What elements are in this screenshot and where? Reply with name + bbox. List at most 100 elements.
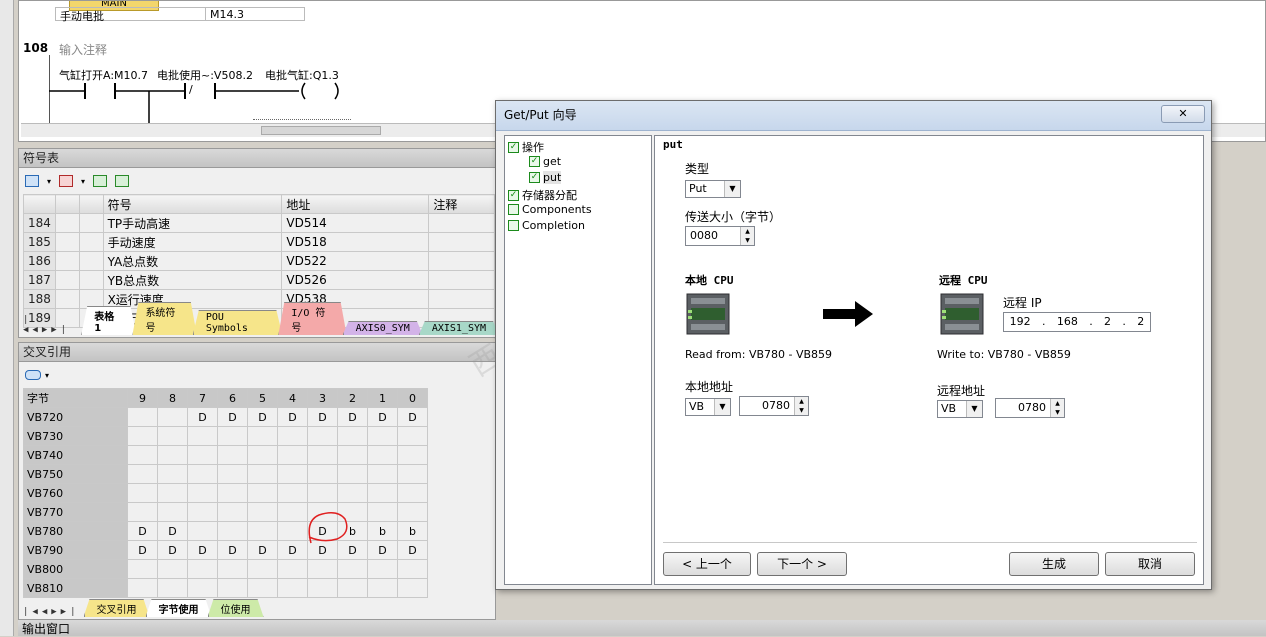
symbol-toolbar: ▾ ▾ (19, 168, 495, 194)
status-cell[interactable] (54, 251, 80, 271)
tree-label: Completion (522, 219, 586, 232)
spin-arrows-icon[interactable]: ▲ ▼ (1050, 399, 1064, 417)
link-cell[interactable] (78, 289, 104, 309)
table-row[interactable]: 186 YA总点数 VD522 (23, 251, 495, 271)
scrollbar-thumb[interactable] (261, 126, 381, 135)
spin-arrows-icon[interactable]: ▲ ▼ (794, 397, 808, 415)
address-cell[interactable]: VD514 (281, 213, 430, 233)
ip-octet-2[interactable]: 168 (1057, 313, 1078, 331)
status-cell[interactable] (54, 213, 80, 233)
byte-address-cell: VB780 (23, 521, 128, 541)
ip-octet-1[interactable]: 192 (1010, 313, 1031, 331)
ip-dot: . (1042, 315, 1046, 328)
refresh-symbols-icon[interactable] (93, 175, 108, 187)
comment-cell[interactable] (428, 270, 495, 290)
comment-cell[interactable] (428, 251, 495, 271)
link-cell[interactable] (78, 251, 104, 271)
tab-io-symbols[interactable]: I/O 符号 (278, 302, 346, 335)
address-cell[interactable]: VD518 (281, 232, 430, 252)
row-number[interactable]: 187 (23, 270, 56, 290)
table-row[interactable]: 187 YB总点数 VD526 (23, 270, 495, 290)
col-symbol[interactable]: 符号 (102, 194, 283, 214)
local-area-select[interactable]: VB ▼ (685, 398, 731, 416)
chevron-down-icon[interactable]: ▾ (45, 371, 49, 380)
comment-cell[interactable] (428, 289, 495, 309)
symbol-cell[interactable]: X运行速度 (102, 289, 283, 309)
generate-button[interactable]: 生成 (1009, 552, 1099, 576)
bit-col-header: 8 (157, 388, 188, 408)
table-row[interactable]: 188 X运行速度 VD538 (23, 289, 495, 309)
col-address[interactable]: 地址 (281, 194, 430, 214)
tab-pou-symbols[interactable]: POU Symbols (193, 310, 283, 335)
status-cell[interactable] (54, 232, 80, 252)
symbol-cell[interactable]: 手动速度 (102, 232, 283, 252)
apply-symbols-icon[interactable] (115, 175, 130, 187)
xref-options-icon[interactable] (25, 370, 41, 380)
add-table-icon[interactable] (25, 175, 39, 187)
remote-cpu-icon (940, 293, 984, 335)
link-cell[interactable] (78, 213, 104, 233)
type-select[interactable]: Put ▼ (685, 180, 741, 198)
comment-cell[interactable] (428, 232, 495, 252)
tab-byte-usage[interactable]: 字节使用 (146, 599, 212, 617)
tree-item-put[interactable]: ✓ put (529, 171, 562, 184)
chevron-down-icon[interactable]: ▾ (81, 177, 85, 186)
bit-cell (307, 483, 338, 503)
chevron-down-icon[interactable]: ▾ (47, 177, 51, 186)
close-button[interactable]: ✕ (1161, 105, 1205, 123)
tab-axis0-sym[interactable]: AXIS0_SYM (343, 321, 423, 335)
symbol-cell[interactable]: YB总点数 (102, 270, 283, 290)
tab-table-1[interactable]: 表格 1 (81, 306, 136, 335)
tab-system-symbols[interactable]: 系统符号 (132, 302, 196, 335)
tab-bit-usage[interactable]: 位使用 (208, 599, 264, 617)
col-comment[interactable]: 注释 (428, 194, 495, 214)
table-row[interactable]: 185 手动速度 VD518 (23, 232, 495, 252)
tab-axis1-sym[interactable]: AXIS1_SYM (419, 321, 499, 335)
prev-button[interactable]: < 上一个 (663, 552, 751, 576)
bit-cell: D (127, 540, 158, 560)
symbol-cell[interactable]: YA总点数 (102, 251, 283, 271)
tree-item-memory-allocation[interactable]: ✓ 存储器分配 (508, 187, 577, 203)
address-cell[interactable]: VD522 (281, 251, 430, 271)
status-cell[interactable] (54, 270, 80, 290)
comment-cell[interactable] (428, 213, 495, 233)
symbol-cell[interactable]: TP手动高速 (102, 213, 283, 233)
address-cell[interactable]: VD526 (281, 270, 430, 290)
tree-item-components[interactable]: Components (508, 203, 592, 216)
bit-cell (307, 445, 338, 465)
row-number[interactable]: 186 (23, 251, 56, 271)
tree-item-operation[interactable]: ✓ 操作 (508, 139, 544, 155)
row-number[interactable]: 184 (23, 213, 56, 233)
output-window-title[interactable]: 输出窗口 (18, 620, 1266, 636)
bit-col-header: 9 (127, 388, 158, 408)
row-number[interactable]: 188 (23, 289, 56, 309)
cancel-button[interactable]: 取消 (1105, 552, 1195, 576)
remote-area-select[interactable]: VB ▼ (937, 400, 983, 418)
checkbox-icon: ✓ (529, 156, 540, 167)
row-number[interactable]: 185 (23, 232, 56, 252)
ip-octet-3[interactable]: 2 (1104, 313, 1111, 331)
tree-item-completion[interactable]: Completion (508, 219, 585, 232)
link-cell[interactable] (78, 270, 104, 290)
status-cell[interactable] (54, 289, 80, 309)
tab-nav-arrows[interactable]: |◀◀▶▶| (19, 315, 81, 335)
ip-octet-4[interactable]: 2 (1137, 313, 1144, 331)
delete-table-icon[interactable] (59, 175, 74, 187)
read-from-text: Read from: VB780 - VB859 (685, 348, 833, 361)
bit-cell (157, 426, 188, 446)
tab-cross-reference[interactable]: 交叉引用 (84, 599, 150, 617)
local-address-spinner[interactable]: 0780 ▲ ▼ (739, 396, 809, 416)
bit-cell (337, 445, 368, 465)
remote-address-spinner[interactable]: 0780 ▲ ▼ (995, 398, 1065, 418)
remote-ip-input[interactable]: 192. 168. 2. 2 (1003, 312, 1151, 332)
size-spinner[interactable]: 0080 ▲ ▼ (685, 226, 755, 246)
link-cell[interactable] (78, 232, 104, 252)
tab-nav-arrows[interactable]: |◀◀▶▶| (19, 607, 84, 617)
table-row[interactable]: 184 TP手动高速 VD514 (23, 213, 495, 233)
spin-arrows-icon[interactable]: ▲ ▼ (740, 227, 754, 245)
network-comment[interactable]: 输入注释 (59, 41, 107, 58)
tree-item-get[interactable]: ✓ get (529, 155, 561, 168)
next-button[interactable]: 下一个 > (757, 552, 847, 576)
table-row: VB800 (23, 559, 428, 579)
checkbox-icon: ✓ (508, 141, 519, 153)
